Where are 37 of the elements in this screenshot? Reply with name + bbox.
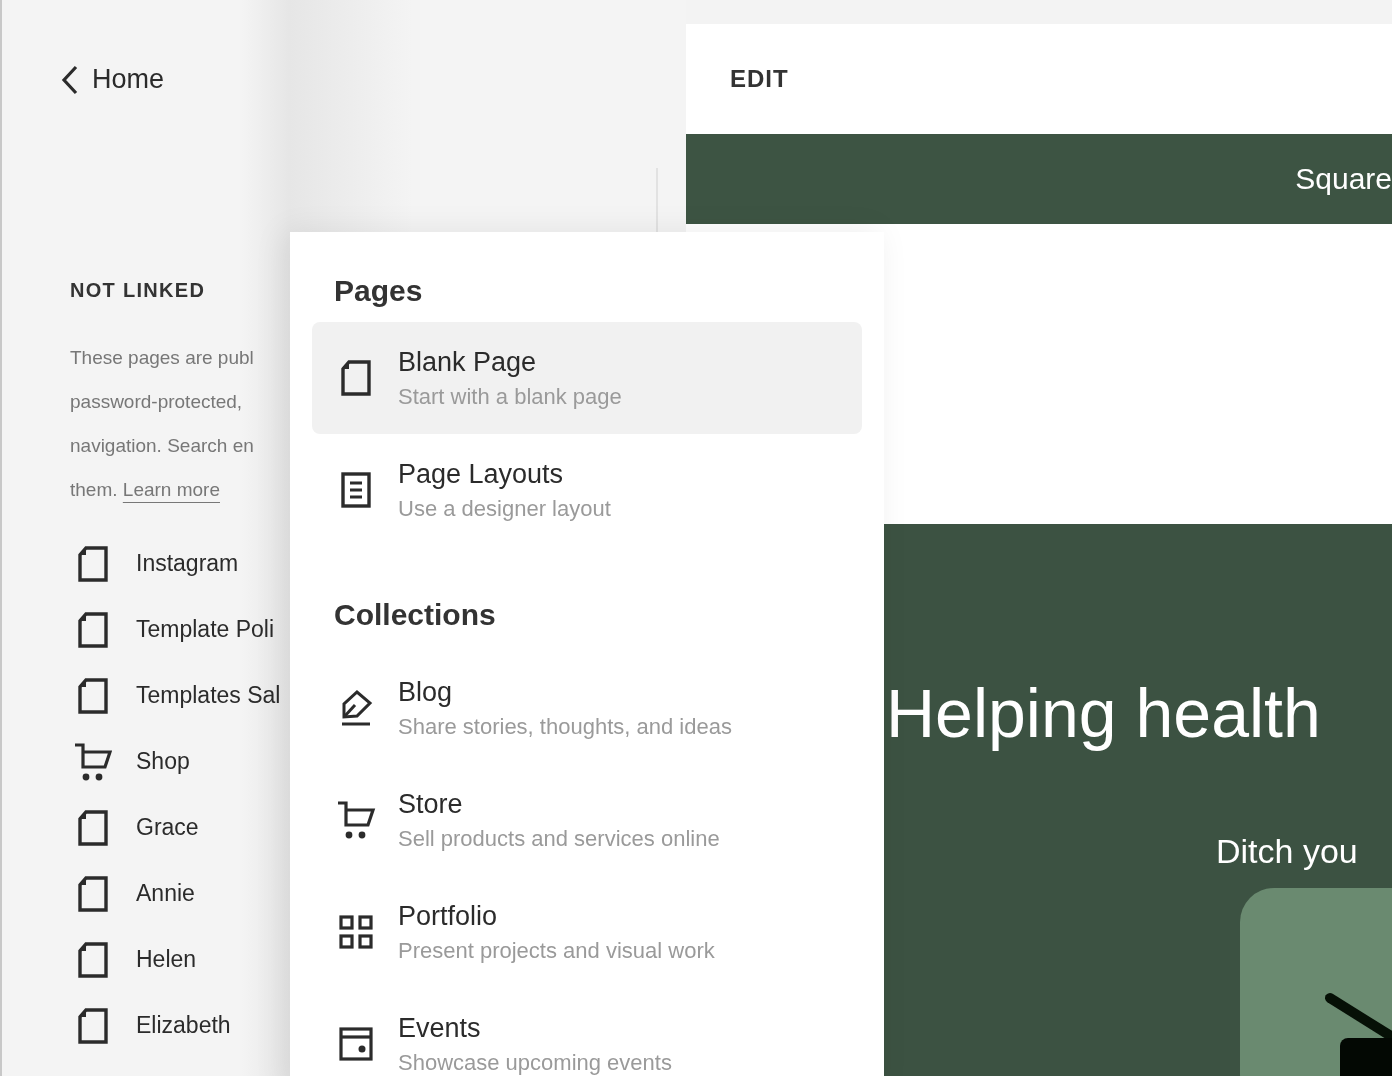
menu-section-title: Collections	[334, 598, 497, 632]
home-back-link[interactable]: Home	[60, 64, 165, 95]
menu-item-subtitle: Use a designer layout	[398, 495, 611, 522]
menu-item-title: Page Layouts	[398, 458, 565, 490]
page-item[interactable]: Helen	[136, 946, 197, 973]
menu-item[interactable]: Store Sell products and services online	[312, 764, 862, 876]
menu-item-title: Events	[398, 1012, 482, 1044]
back-chevron-icon	[60, 64, 80, 95]
menu-item[interactable]: Page Layouts Use a designer layout	[312, 434, 862, 546]
menu-item-title: Portfolio	[398, 900, 499, 932]
menu-item-subtitle: Showcase upcoming events	[398, 1049, 672, 1076]
menu-item-title: Blog	[398, 676, 454, 708]
menu-item[interactable]: Blog Share stories, thoughts, and ideas	[312, 652, 862, 764]
menu-item-title: Store	[398, 788, 464, 820]
hero-heading: Helping health	[886, 674, 1322, 752]
hero-subtext: Ditch you	[1216, 832, 1359, 871]
page-item[interactable]: Shop	[136, 748, 190, 775]
menu-item-title: Blank Page	[398, 346, 538, 378]
page-item[interactable]: Template Poli	[136, 616, 275, 643]
page-item[interactable]: Grace	[136, 814, 199, 841]
cart-icon	[74, 741, 112, 782]
learn-more-link[interactable]: Learn more	[122, 478, 220, 500]
page-item[interactable]: Elizabeth	[136, 1012, 231, 1039]
page-item[interactable]: Instagram	[136, 550, 239, 577]
section-title: NOT LINKED	[70, 278, 206, 302]
menu-item-subtitle: Present projects and visual work	[398, 937, 715, 964]
menu-section-title: Pages	[334, 274, 424, 308]
banner-text: Square	[1295, 162, 1392, 196]
page-item[interactable]: Templates Sal	[136, 682, 281, 709]
menu-item-subtitle: Sell products and services online	[398, 825, 720, 852]
menu-item[interactable]: Events Showcase upcoming events	[312, 988, 862, 1076]
menu-item-subtitle: Share stories, thoughts, and ideas	[398, 713, 732, 740]
edit-label[interactable]: EDIT	[730, 65, 789, 93]
page-item[interactable]: Annie	[136, 880, 195, 907]
menu-item[interactable]: Blank Page Start with a blank page	[312, 322, 862, 434]
menu-item-subtitle: Start with a blank page	[398, 383, 622, 410]
menu-item[interactable]: Portfolio Present projects and visual work	[312, 876, 862, 988]
